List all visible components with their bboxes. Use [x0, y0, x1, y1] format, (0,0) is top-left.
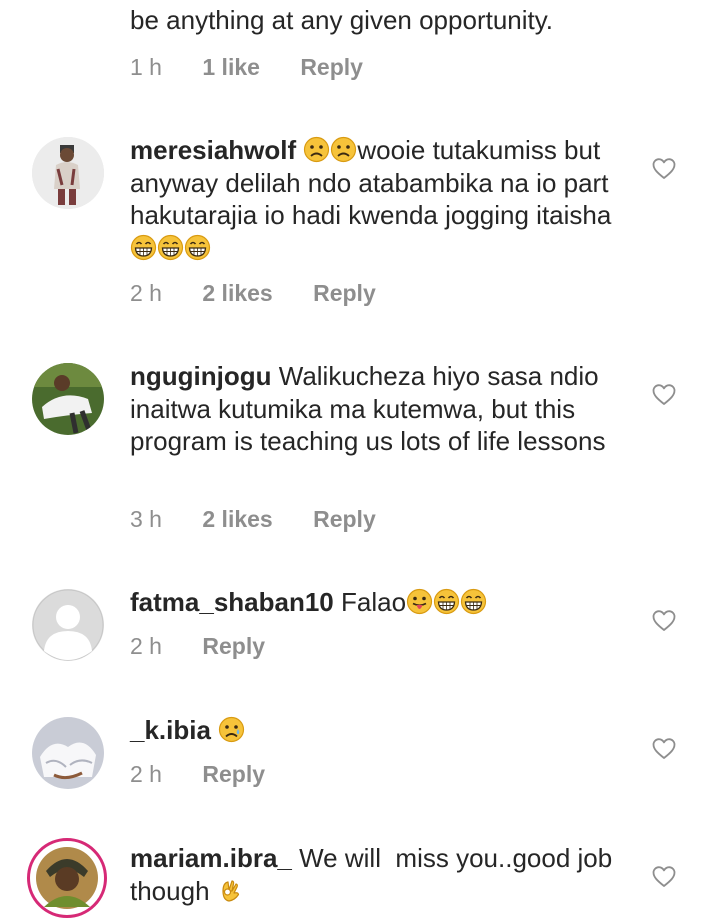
comment-username[interactable]: meresiahwolf [130, 135, 296, 165]
sad-tear-emoji-icon [218, 716, 245, 743]
comment-meta: 2 h Reply [130, 633, 299, 660]
reply-button[interactable]: Reply [313, 506, 376, 533]
reply-button[interactable]: Reply [202, 633, 265, 660]
like-heart-icon[interactable] [652, 737, 676, 761]
avatar-with-story-ring[interactable] [27, 838, 107, 918]
grin-emoji-icon [157, 234, 184, 260]
avatar-image [32, 137, 104, 209]
grin-emoji-icon [130, 234, 157, 260]
reply-button[interactable]: Reply [300, 54, 363, 81]
sad-face-emoji-icon [331, 136, 357, 163]
comment-text: nguginjogu Walikucheza hiyo sasa ndio in… [130, 360, 630, 458]
comment-time: 2 h [130, 761, 162, 787]
comment-likes-link[interactable]: 1 like [202, 54, 260, 81]
comment-text: mariam.ibra_ We will miss you..good job … [130, 842, 630, 907]
comment-meta: 3 h 2 likes Reply [130, 506, 410, 533]
comment-username[interactable]: fatma_shaban10 [130, 587, 334, 617]
comment-likes-link[interactable]: 2 likes [202, 280, 272, 307]
comment-text: be anything at any given opportunity. [130, 5, 554, 35]
default-avatar-icon [32, 589, 104, 661]
like-heart-icon[interactable] [652, 609, 676, 633]
grin-emoji-icon [460, 588, 487, 615]
comment-time: 1 h [130, 54, 162, 80]
grin-emoji-icon [433, 588, 460, 615]
comment-time: 3 h [130, 506, 162, 532]
comment-meta: 1 h 1 like Reply [130, 54, 397, 81]
comment-likes-link[interactable]: 2 likes [202, 506, 272, 533]
avatar-image [33, 844, 101, 912]
comment-username[interactable]: _k.ibia [130, 715, 211, 745]
avatar[interactable] [32, 589, 104, 661]
comment-time: 2 h [130, 633, 162, 659]
comment-username[interactable]: mariam.ibra_ [130, 843, 292, 873]
comment-body: Falao [341, 587, 407, 617]
like-heart-icon[interactable] [652, 383, 676, 407]
reply-button[interactable]: Reply [202, 761, 265, 788]
reply-button[interactable]: Reply [313, 280, 376, 307]
comment-time: 2 h [130, 280, 162, 306]
avatar-image [32, 363, 104, 435]
avatar[interactable] [32, 717, 104, 789]
comment-text: _k.ibia [130, 714, 630, 747]
ok-hand-emoji-icon [222, 879, 239, 902]
like-heart-icon[interactable] [652, 865, 676, 889]
sad-face-emoji-icon [304, 136, 330, 163]
avatar[interactable] [32, 363, 104, 435]
comment-meta: 2 h Reply [130, 761, 299, 788]
comment-text: fatma_shaban10 Falao [130, 586, 630, 619]
avatar-image [32, 717, 104, 789]
like-heart-icon[interactable] [652, 157, 676, 181]
tongue-face-emoji-icon [406, 588, 433, 615]
grin-emoji-icon [184, 234, 211, 260]
comment-meta: 2 h 2 likes Reply [130, 280, 410, 307]
avatar[interactable] [32, 137, 104, 209]
comment-username[interactable]: nguginjogu [130, 361, 272, 391]
comment-text: meresiahwolf wooie tutakumiss but anyway… [130, 134, 630, 264]
